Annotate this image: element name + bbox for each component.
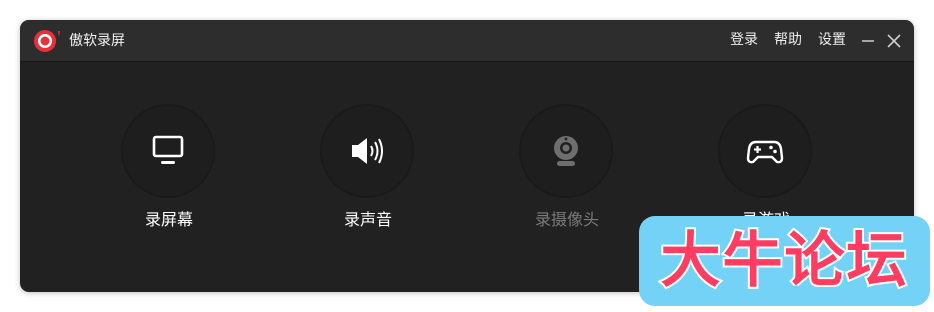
record-screen-circle[interactable]: [121, 104, 215, 198]
record-game-button[interactable]: 录游戏: [696, 104, 836, 234]
help-link[interactable]: 帮助: [774, 31, 802, 49]
settings-link[interactable]: 设置: [818, 31, 846, 49]
record-webcam-button[interactable]: 录摄像头: [497, 104, 637, 234]
record-webcam-label: 录摄像头: [534, 210, 599, 229]
watermark-text: 大牛论坛: [659, 224, 909, 298]
record-logo-icon: [34, 30, 60, 52]
record-webcam-circle[interactable]: [519, 104, 613, 198]
title-bar[interactable]: 傲软录屏 登录 帮助 设置: [20, 20, 914, 62]
record-audio-circle[interactable]: [320, 104, 414, 198]
speaker-icon: [352, 138, 383, 164]
watermark-badge: 大牛论坛: [639, 216, 930, 306]
record-audio-button[interactable]: 录声音: [298, 104, 438, 234]
record-screen-label: 录屏幕: [144, 210, 193, 229]
webcam-icon: [554, 136, 578, 166]
gamepad-icon: [746, 140, 784, 164]
monitor-icon: [152, 135, 184, 164]
record-screen-button[interactable]: 录屏幕: [99, 104, 239, 234]
minimize-icon[interactable]: [859, 32, 877, 50]
record-audio-label: 录声音: [343, 210, 392, 229]
login-link[interactable]: 登录: [730, 31, 758, 49]
record-game-circle[interactable]: [718, 104, 812, 198]
close-icon[interactable]: [885, 32, 903, 50]
app-title: 傲软录屏: [69, 33, 125, 49]
